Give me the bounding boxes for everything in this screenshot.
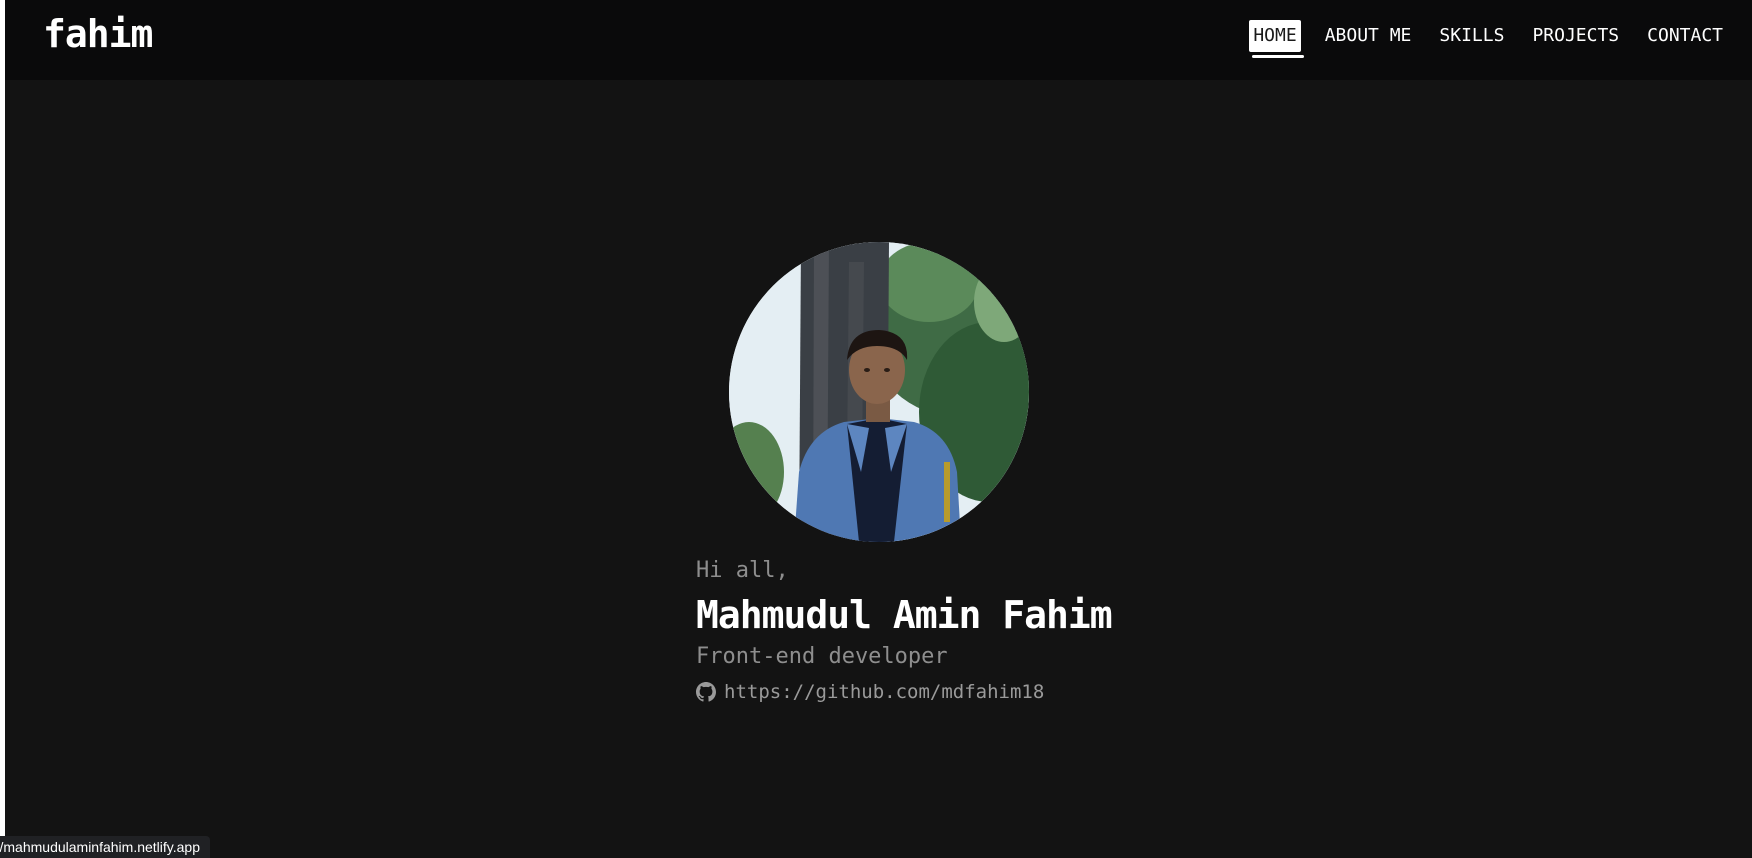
hero-role: Front-end developer	[696, 644, 948, 669]
nav-home[interactable]: HOME	[1249, 20, 1305, 58]
status-bar-url: https://mahmudulaminfahim.netlify.app	[0, 836, 210, 858]
profile-photo	[729, 242, 1029, 542]
hero-intro: Hi all, Mahmudul Amin Fahim Front-end de…	[696, 556, 1113, 704]
nav-skills[interactable]: SKILLS	[1435, 20, 1508, 52]
navbar: fahim HOME ABOUT ME SKILLS PROJECTS CONT…	[5, 0, 1752, 80]
github-link-row[interactable]: https://github.com/mdfahim18	[696, 680, 1112, 704]
github-url[interactable]: https://github.com/mdfahim18	[724, 680, 1044, 704]
site-logo[interactable]: fahim	[43, 12, 153, 56]
github-icon	[696, 682, 716, 702]
nav-contact[interactable]: CONTACT	[1643, 20, 1727, 52]
greeting-text: Hi all,	[696, 558, 789, 583]
main-nav: HOME ABOUT ME SKILLS PROJECTS CONTACT	[1229, 20, 1727, 58]
hero-name: Mahmudul Amin Fahim	[696, 593, 1113, 637]
window-edge	[0, 0, 5, 858]
nav-projects[interactable]: PROJECTS	[1528, 20, 1623, 52]
nav-about-me[interactable]: ABOUT ME	[1321, 20, 1416, 52]
